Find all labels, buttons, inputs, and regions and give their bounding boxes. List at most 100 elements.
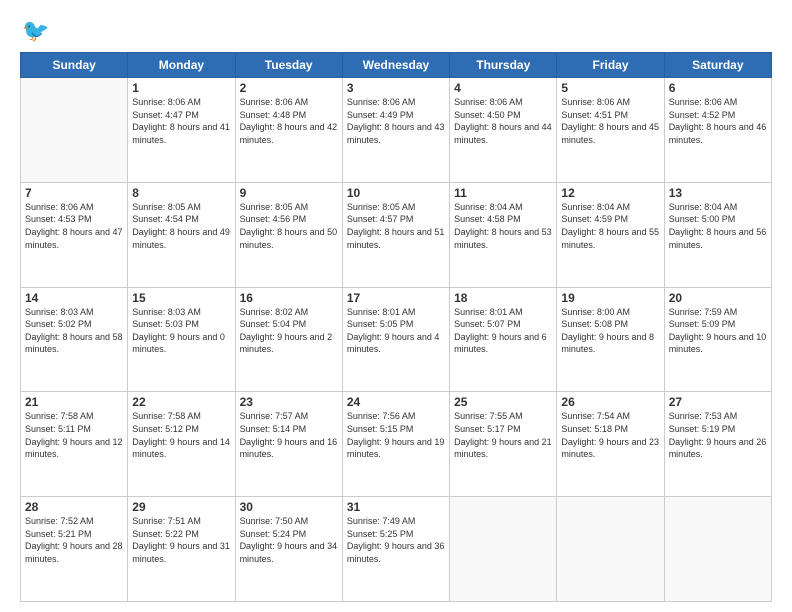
calendar-week-row: 1Sunrise: 8:06 AMSunset: 4:47 PMDaylight…: [21, 78, 772, 183]
day-number: 7: [25, 186, 123, 200]
day-info: Sunrise: 8:03 AMSunset: 5:03 PMDaylight:…: [132, 306, 230, 356]
day-info: Sunrise: 8:04 AMSunset: 4:59 PMDaylight:…: [561, 201, 659, 251]
calendar-cell: 13Sunrise: 8:04 AMSunset: 5:00 PMDayligh…: [664, 182, 771, 287]
calendar-cell: 11Sunrise: 8:04 AMSunset: 4:58 PMDayligh…: [450, 182, 557, 287]
calendar-day-header: Wednesday: [342, 53, 449, 78]
day-number: 19: [561, 291, 659, 305]
day-info: Sunrise: 8:04 AMSunset: 4:58 PMDaylight:…: [454, 201, 552, 251]
day-number: 23: [240, 395, 338, 409]
calendar-cell: 5Sunrise: 8:06 AMSunset: 4:51 PMDaylight…: [557, 78, 664, 183]
day-number: 16: [240, 291, 338, 305]
day-info: Sunrise: 7:59 AMSunset: 5:09 PMDaylight:…: [669, 306, 767, 356]
calendar-week-row: 7Sunrise: 8:06 AMSunset: 4:53 PMDaylight…: [21, 182, 772, 287]
day-info: Sunrise: 8:05 AMSunset: 4:54 PMDaylight:…: [132, 201, 230, 251]
day-number: 12: [561, 186, 659, 200]
calendar-cell: 28Sunrise: 7:52 AMSunset: 5:21 PMDayligh…: [21, 497, 128, 602]
day-number: 4: [454, 81, 552, 95]
day-number: 13: [669, 186, 767, 200]
calendar-cell: 3Sunrise: 8:06 AMSunset: 4:49 PMDaylight…: [342, 78, 449, 183]
day-number: 11: [454, 186, 552, 200]
calendar-cell: [21, 78, 128, 183]
calendar-cell: 23Sunrise: 7:57 AMSunset: 5:14 PMDayligh…: [235, 392, 342, 497]
day-info: Sunrise: 8:01 AMSunset: 5:07 PMDaylight:…: [454, 306, 552, 356]
calendar-cell: 16Sunrise: 8:02 AMSunset: 5:04 PMDayligh…: [235, 287, 342, 392]
day-info: Sunrise: 8:04 AMSunset: 5:00 PMDaylight:…: [669, 201, 767, 251]
day-number: 9: [240, 186, 338, 200]
day-info: Sunrise: 8:06 AMSunset: 4:51 PMDaylight:…: [561, 96, 659, 146]
calendar-cell: 20Sunrise: 7:59 AMSunset: 5:09 PMDayligh…: [664, 287, 771, 392]
day-info: Sunrise: 8:06 AMSunset: 4:48 PMDaylight:…: [240, 96, 338, 146]
day-info: Sunrise: 8:01 AMSunset: 5:05 PMDaylight:…: [347, 306, 445, 356]
day-info: Sunrise: 8:00 AMSunset: 5:08 PMDaylight:…: [561, 306, 659, 356]
day-info: Sunrise: 8:06 AMSunset: 4:52 PMDaylight:…: [669, 96, 767, 146]
day-info: Sunrise: 8:06 AMSunset: 4:49 PMDaylight:…: [347, 96, 445, 146]
day-number: 26: [561, 395, 659, 409]
day-info: Sunrise: 7:58 AMSunset: 5:12 PMDaylight:…: [132, 410, 230, 460]
day-number: 3: [347, 81, 445, 95]
calendar-cell: 12Sunrise: 8:04 AMSunset: 4:59 PMDayligh…: [557, 182, 664, 287]
calendar-cell: 6Sunrise: 8:06 AMSunset: 4:52 PMDaylight…: [664, 78, 771, 183]
calendar-day-header: Sunday: [21, 53, 128, 78]
day-number: 24: [347, 395, 445, 409]
logo-bird-icon: 🐦: [22, 18, 49, 44]
day-number: 30: [240, 500, 338, 514]
logo: 🐦: [20, 18, 49, 44]
calendar-cell: 24Sunrise: 7:56 AMSunset: 5:15 PMDayligh…: [342, 392, 449, 497]
calendar-cell: 31Sunrise: 7:49 AMSunset: 5:25 PMDayligh…: [342, 497, 449, 602]
day-number: 6: [669, 81, 767, 95]
calendar-cell: 8Sunrise: 8:05 AMSunset: 4:54 PMDaylight…: [128, 182, 235, 287]
day-info: Sunrise: 7:56 AMSunset: 5:15 PMDaylight:…: [347, 410, 445, 460]
calendar-cell: 18Sunrise: 8:01 AMSunset: 5:07 PMDayligh…: [450, 287, 557, 392]
calendar-cell: 22Sunrise: 7:58 AMSunset: 5:12 PMDayligh…: [128, 392, 235, 497]
day-number: 22: [132, 395, 230, 409]
calendar-header-row: SundayMondayTuesdayWednesdayThursdayFrid…: [21, 53, 772, 78]
header: 🐦: [20, 18, 772, 44]
day-number: 18: [454, 291, 552, 305]
calendar-cell: 30Sunrise: 7:50 AMSunset: 5:24 PMDayligh…: [235, 497, 342, 602]
day-number: 27: [669, 395, 767, 409]
calendar-week-row: 14Sunrise: 8:03 AMSunset: 5:02 PMDayligh…: [21, 287, 772, 392]
calendar-cell: 14Sunrise: 8:03 AMSunset: 5:02 PMDayligh…: [21, 287, 128, 392]
day-number: 28: [25, 500, 123, 514]
calendar-cell: 9Sunrise: 8:05 AMSunset: 4:56 PMDaylight…: [235, 182, 342, 287]
calendar-cell: 17Sunrise: 8:01 AMSunset: 5:05 PMDayligh…: [342, 287, 449, 392]
day-info: Sunrise: 8:05 AMSunset: 4:57 PMDaylight:…: [347, 201, 445, 251]
day-number: 17: [347, 291, 445, 305]
day-number: 8: [132, 186, 230, 200]
day-info: Sunrise: 7:57 AMSunset: 5:14 PMDaylight:…: [240, 410, 338, 460]
day-info: Sunrise: 8:06 AMSunset: 4:53 PMDaylight:…: [25, 201, 123, 251]
calendar-day-header: Thursday: [450, 53, 557, 78]
day-info: Sunrise: 7:54 AMSunset: 5:18 PMDaylight:…: [561, 410, 659, 460]
day-number: 29: [132, 500, 230, 514]
calendar-cell: 21Sunrise: 7:58 AMSunset: 5:11 PMDayligh…: [21, 392, 128, 497]
day-info: Sunrise: 7:51 AMSunset: 5:22 PMDaylight:…: [132, 515, 230, 565]
day-number: 2: [240, 81, 338, 95]
calendar-day-header: Tuesday: [235, 53, 342, 78]
calendar-cell: 26Sunrise: 7:54 AMSunset: 5:18 PMDayligh…: [557, 392, 664, 497]
calendar-cell: 29Sunrise: 7:51 AMSunset: 5:22 PMDayligh…: [128, 497, 235, 602]
day-number: 20: [669, 291, 767, 305]
calendar-week-row: 21Sunrise: 7:58 AMSunset: 5:11 PMDayligh…: [21, 392, 772, 497]
calendar-cell: 2Sunrise: 8:06 AMSunset: 4:48 PMDaylight…: [235, 78, 342, 183]
day-info: Sunrise: 7:50 AMSunset: 5:24 PMDaylight:…: [240, 515, 338, 565]
calendar-cell: 15Sunrise: 8:03 AMSunset: 5:03 PMDayligh…: [128, 287, 235, 392]
day-number: 10: [347, 186, 445, 200]
calendar-day-header: Monday: [128, 53, 235, 78]
calendar-cell: 4Sunrise: 8:06 AMSunset: 4:50 PMDaylight…: [450, 78, 557, 183]
calendar-cell: 27Sunrise: 7:53 AMSunset: 5:19 PMDayligh…: [664, 392, 771, 497]
calendar-cell: [664, 497, 771, 602]
day-info: Sunrise: 8:06 AMSunset: 4:47 PMDaylight:…: [132, 96, 230, 146]
calendar-cell: 25Sunrise: 7:55 AMSunset: 5:17 PMDayligh…: [450, 392, 557, 497]
page: 🐦 SundayMondayTuesdayWednesdayThursdayFr…: [0, 0, 792, 612]
day-number: 5: [561, 81, 659, 95]
day-number: 14: [25, 291, 123, 305]
day-info: Sunrise: 7:55 AMSunset: 5:17 PMDaylight:…: [454, 410, 552, 460]
calendar-cell: 10Sunrise: 8:05 AMSunset: 4:57 PMDayligh…: [342, 182, 449, 287]
day-info: Sunrise: 7:53 AMSunset: 5:19 PMDaylight:…: [669, 410, 767, 460]
calendar-day-header: Saturday: [664, 53, 771, 78]
day-number: 1: [132, 81, 230, 95]
day-number: 21: [25, 395, 123, 409]
calendar-table: SundayMondayTuesdayWednesdayThursdayFrid…: [20, 52, 772, 602]
day-info: Sunrise: 8:05 AMSunset: 4:56 PMDaylight:…: [240, 201, 338, 251]
calendar-week-row: 28Sunrise: 7:52 AMSunset: 5:21 PMDayligh…: [21, 497, 772, 602]
